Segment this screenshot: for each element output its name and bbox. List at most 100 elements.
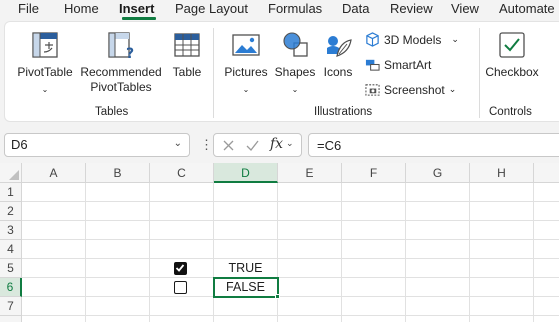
table-button[interactable]: Table (167, 30, 207, 80)
row-header-5[interactable]: 5 (0, 259, 22, 278)
row-header-6[interactable]: 6 (0, 278, 22, 297)
recommended-pivottables-icon: ? (108, 32, 134, 60)
gridline (22, 315, 559, 316)
tab-formulas[interactable]: Formulas (268, 1, 322, 16)
worksheet-grid: A B C D E F G H 1 2 3 4 5 6 7 TRUE FALSE (0, 163, 559, 322)
table-icon (174, 33, 200, 57)
tables-group-label: Tables (95, 106, 129, 118)
table-label: Table (172, 65, 202, 79)
column-header-g[interactable]: G (406, 163, 470, 183)
smartart-button[interactable]: SmartArt (365, 57, 431, 72)
tab-review[interactable]: Review (390, 1, 433, 16)
pictures-button[interactable]: Pictures ⌄ (221, 30, 271, 97)
checkbox-icon (499, 32, 525, 58)
tab-view[interactable]: View (451, 1, 479, 16)
3d-models-button[interactable]: 3D Models ⌄ (365, 32, 459, 47)
icons-icon (327, 36, 352, 57)
select-all-corner[interactable] (0, 163, 22, 183)
name-box[interactable]: D6 ⌄ (4, 133, 190, 157)
icons-label: Icons (323, 65, 353, 79)
cell-d5[interactable]: TRUE (214, 259, 277, 278)
gridline (341, 183, 342, 322)
tab-page-layout[interactable]: Page Layout (175, 1, 248, 16)
column-header-e[interactable]: E (278, 163, 342, 183)
column-header-a[interactable]: A (22, 163, 86, 183)
cell-c5-checkbox[interactable] (174, 262, 187, 275)
shapes-label: Shapes (274, 65, 316, 79)
row-header-1[interactable]: 1 (0, 183, 22, 202)
tab-home[interactable]: Home (64, 1, 99, 16)
cancel-icon[interactable] (222, 139, 235, 152)
chevron-down-icon[interactable]: ⌄ (174, 138, 182, 149)
column-header-d[interactable]: D (214, 163, 278, 183)
gridline (22, 258, 559, 259)
recommended-pivottables-button[interactable]: ? Recommended PivotTables (79, 30, 163, 95)
more-options-icon[interactable]: ⋮ (200, 137, 213, 153)
tab-automate[interactable]: Automate (499, 1, 555, 16)
screenshot-icon (365, 84, 380, 96)
row-header-8[interactable] (0, 316, 22, 322)
smartart-label: SmartArt (384, 57, 432, 72)
screenshot-label: Screenshot (384, 82, 445, 97)
ribbon-insert: PivotTable ⌄ ? Recommended PivotTables T… (4, 21, 559, 122)
enter-icon[interactable] (246, 139, 259, 152)
svg-text:?: ? (126, 46, 134, 60)
cell-c6-checkbox[interactable] (174, 281, 187, 294)
cube-icon (366, 32, 379, 47)
chevron-down-icon[interactable]: ⌄ (17, 82, 73, 97)
name-box-value: D6 (11, 137, 28, 152)
ribbon-separator (479, 28, 480, 118)
gridline (469, 183, 470, 322)
column-header-b[interactable]: B (86, 163, 150, 183)
chevron-down-icon[interactable]: ⌄ (449, 84, 457, 95)
column-header-c[interactable]: C (150, 163, 214, 183)
shapes-button[interactable]: Shapes ⌄ (273, 30, 317, 97)
controls-group-label: Controls (489, 106, 532, 118)
3d-models-label: 3D Models (384, 32, 442, 47)
screenshot-button[interactable]: Screenshot ⌄ (365, 82, 456, 97)
pictures-icon (232, 34, 260, 56)
pictures-label: Pictures (224, 65, 268, 79)
formula-buttons: fx ⌄ (213, 133, 302, 157)
illustrations-group-label: Illustrations (314, 106, 373, 118)
insert-function-icon[interactable]: fx (270, 136, 283, 152)
row-header-3[interactable]: 3 (0, 221, 22, 240)
recommended-label-line2: PivotTables (90, 80, 152, 94)
icons-button[interactable]: Icons (319, 30, 357, 80)
gridline (533, 183, 534, 322)
chevron-down-icon[interactable]: ⌄ (273, 82, 317, 97)
recommended-label-line1: Recommended (80, 65, 162, 79)
checkbox-label: Checkbox (485, 65, 539, 79)
active-cell-border (213, 277, 279, 298)
pivottable-button[interactable]: PivotTable ⌄ (17, 30, 73, 97)
column-header-h[interactable]: H (470, 163, 534, 183)
formula-bar: D6 ⌄ ⋮ fx ⌄ =C6 (0, 130, 559, 160)
pivottable-icon (32, 32, 58, 58)
row-header-7[interactable]: 7 (0, 297, 22, 316)
row-header-4[interactable]: 4 (0, 240, 22, 259)
chevron-down-icon[interactable]: ⌄ (221, 82, 271, 97)
gridline (213, 183, 214, 322)
excel-window: File Home Insert Page Layout Formulas Da… (0, 0, 559, 322)
chevron-down-icon[interactable]: ⌄ (451, 34, 459, 45)
tab-data[interactable]: Data (342, 1, 369, 16)
fill-handle[interactable] (275, 294, 280, 299)
gridline (277, 183, 278, 322)
pivottable-label: PivotTable (17, 65, 73, 79)
row-header-2[interactable]: 2 (0, 202, 22, 221)
formula-input[interactable]: =C6 (308, 133, 559, 157)
chevron-down-icon[interactable]: ⌄ (286, 138, 294, 149)
gridline (85, 183, 86, 322)
checkbox-button[interactable]: Checkbox (483, 30, 541, 80)
gridline (22, 296, 559, 297)
smartart-icon (365, 59, 380, 71)
column-header-f[interactable]: F (342, 163, 406, 183)
shapes-icon (283, 32, 308, 57)
gridline (22, 220, 559, 221)
column-header-partial[interactable] (534, 163, 559, 183)
gridline (22, 277, 559, 278)
ribbon-tabs: File Home Insert Page Layout Formulas Da… (0, 0, 559, 20)
active-tab-indicator (122, 17, 156, 20)
tab-insert[interactable]: Insert (119, 1, 154, 16)
tab-file[interactable]: File (18, 1, 39, 16)
